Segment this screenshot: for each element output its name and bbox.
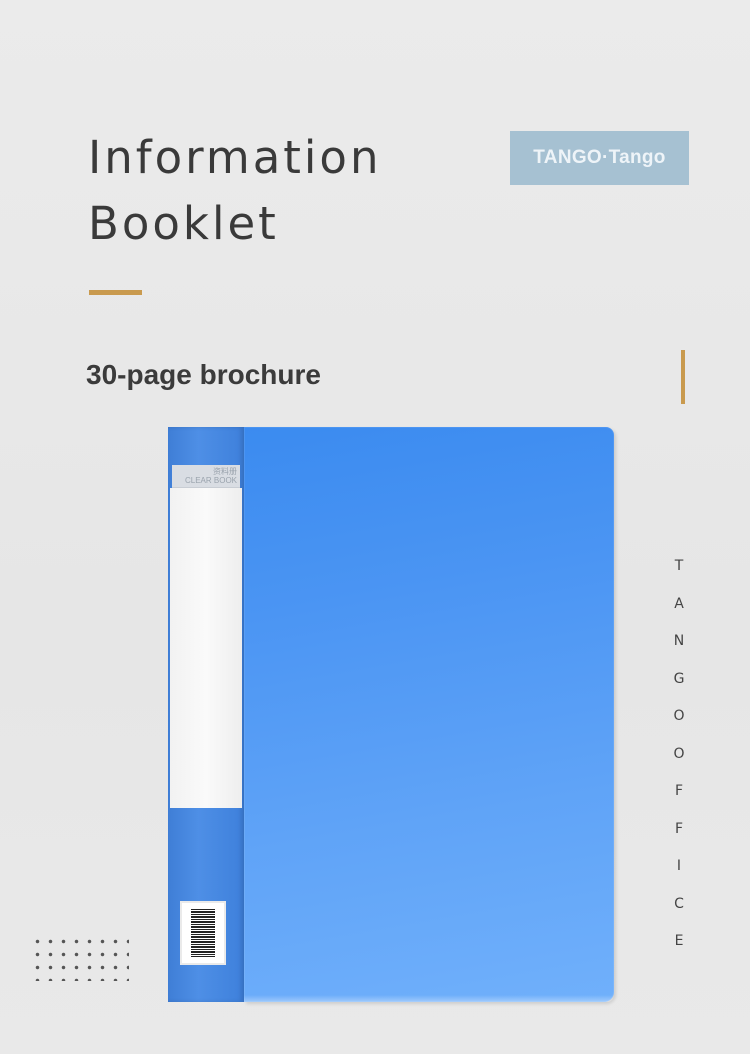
title-line-1: Information: [88, 131, 382, 184]
spine-label: 资料册 CLEAR BOOK: [172, 465, 240, 488]
accent-divider: [89, 290, 142, 295]
title-line-2: Booklet: [88, 197, 279, 250]
subtitle-text: 30-page brochure: [86, 359, 321, 390]
vertical-letter: I: [676, 858, 682, 874]
vertical-letter: C: [674, 895, 684, 912]
vertical-letter: O: [673, 745, 685, 762]
brand-name: TANGO·Tango: [533, 147, 666, 168]
vertical-letter: T: [674, 558, 684, 574]
folder-spine: 资料册 CLEAR BOOK: [168, 427, 244, 1002]
folder-page-edge: [244, 995, 614, 1002]
spine-label-en: CLEAR BOOK: [184, 476, 237, 485]
side-accent-bar: [681, 350, 685, 404]
vertical-letter: O: [673, 708, 685, 724]
page-title: Information Booklet: [88, 125, 382, 257]
vertical-brand-text: T A N G O O F F I C E: [664, 548, 694, 961]
barcode-sticker: [180, 901, 226, 965]
vertical-letter: G: [673, 670, 685, 687]
barcode-icon: [191, 909, 215, 957]
vertical-letter: F: [674, 820, 684, 837]
dot-grid-decoration: [31, 935, 129, 981]
subtitle-banner: 30-page brochure: [80, 346, 352, 404]
vertical-letter: A: [674, 595, 684, 612]
spine-label-window: [170, 488, 242, 808]
brand-badge: TANGO·Tango: [510, 131, 689, 185]
vertical-letter: N: [673, 633, 685, 649]
spine-label-cn: 资料册: [213, 467, 237, 476]
vertical-letter: F: [674, 783, 684, 799]
vertical-letter: E: [674, 933, 684, 949]
folder-cover: [244, 427, 614, 1002]
blue-clear-book-folder: 资料册 CLEAR BOOK: [168, 427, 614, 1002]
